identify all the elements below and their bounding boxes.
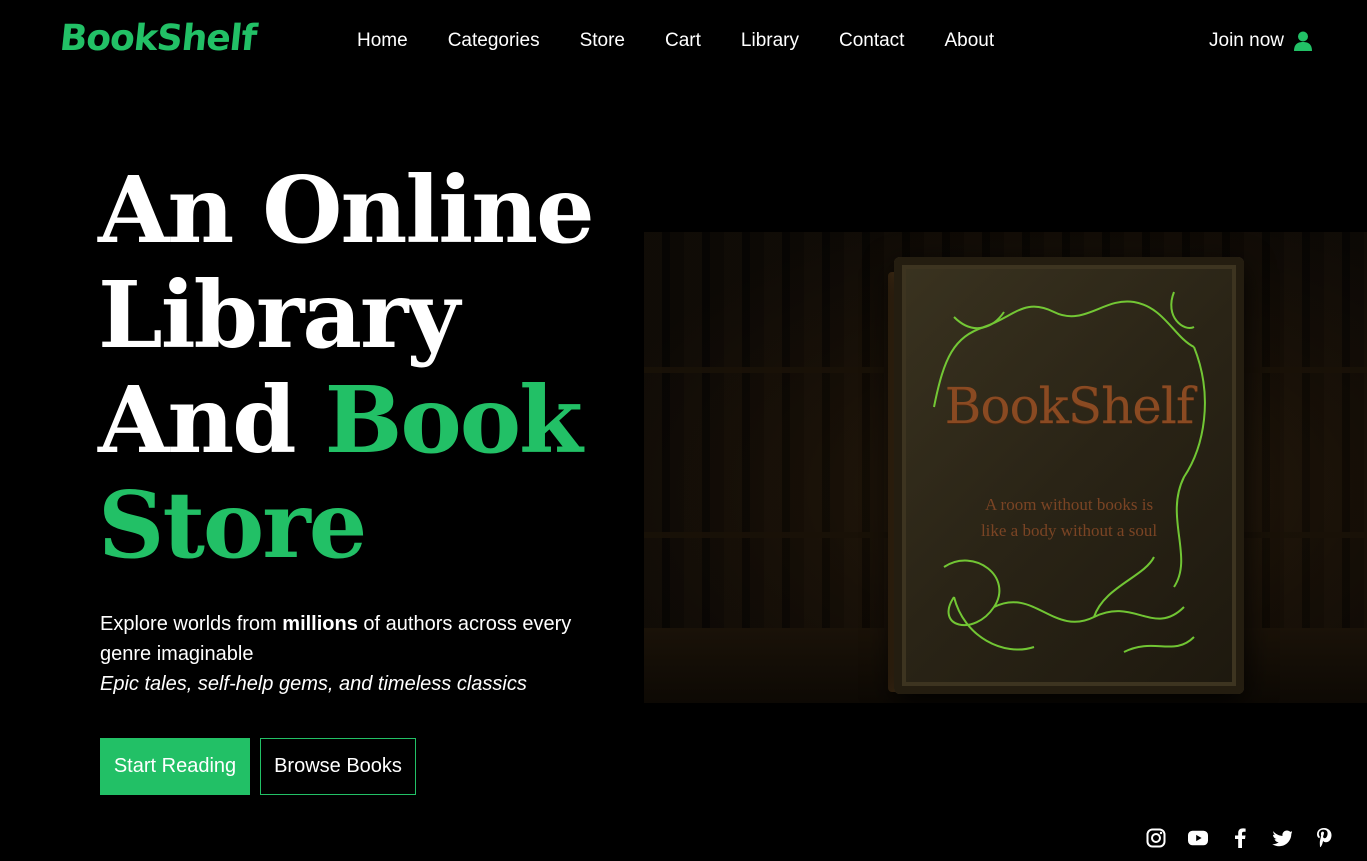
hero-description: Explore worlds from millions of authors … <box>100 609 620 699</box>
nav-item-store[interactable]: Store <box>580 30 625 52</box>
nav-item-cart[interactable]: Cart <box>665 30 701 52</box>
desc-prefix: Explore worlds from <box>100 613 283 635</box>
pinterest-icon[interactable] <box>1314 828 1334 848</box>
book-quote-line-1: A room without books is <box>984 495 1154 514</box>
top-navigation: BookShelf Home Categories Store Cart Lib… <box>0 0 1367 86</box>
headline-and: And <box>98 366 325 474</box>
nav-item-home[interactable]: Home <box>357 30 408 52</box>
facebook-icon[interactable] <box>1230 828 1250 848</box>
nav-item-categories[interactable]: Categories <box>448 30 540 52</box>
twitter-icon[interactable] <box>1272 828 1292 848</box>
main-menu: Home Categories Store Cart Library Conta… <box>357 30 1034 52</box>
headline-line-1: An Online <box>98 156 595 264</box>
headline-book: Book <box>324 366 583 474</box>
nav-item-about[interactable]: About <box>944 30 994 52</box>
brand-logo[interactable]: BookShelf <box>58 18 258 59</box>
youtube-icon[interactable] <box>1188 828 1208 848</box>
headline-line-3: And Book <box>98 368 658 473</box>
headline-store: Store <box>98 471 367 579</box>
join-now-label: Join now <box>1209 30 1284 51</box>
join-now-button[interactable]: Join now <box>1209 30 1312 52</box>
desc-italic: Epic tales, self-help gems, and timeless… <box>100 673 527 695</box>
start-reading-button[interactable]: Start Reading <box>100 738 250 795</box>
book-cover-quote: A room without books is like a body with… <box>894 492 1244 544</box>
headline-line-2: Library <box>98 261 460 369</box>
hero-book-image: BookShelf A room without books is like a… <box>644 232 1367 703</box>
desc-bold: millions <box>282 613 358 635</box>
nav-item-library[interactable]: Library <box>741 30 799 52</box>
hero-headline: An Online Library And Book Store <box>98 158 658 578</box>
nav-item-contact[interactable]: Contact <box>839 30 904 52</box>
book-quote-line-2: like a body without a soul <box>980 521 1158 540</box>
social-links <box>1146 828 1356 848</box>
instagram-icon[interactable] <box>1146 828 1166 848</box>
user-icon <box>1294 31 1312 51</box>
glowing-vines-decoration <box>933 291 1206 653</box>
book-cover: BookShelf A room without books is like a… <box>894 257 1244 694</box>
book-cover-title: BookShelf <box>944 377 1195 435</box>
browse-books-button[interactable]: Browse Books <box>260 738 416 795</box>
